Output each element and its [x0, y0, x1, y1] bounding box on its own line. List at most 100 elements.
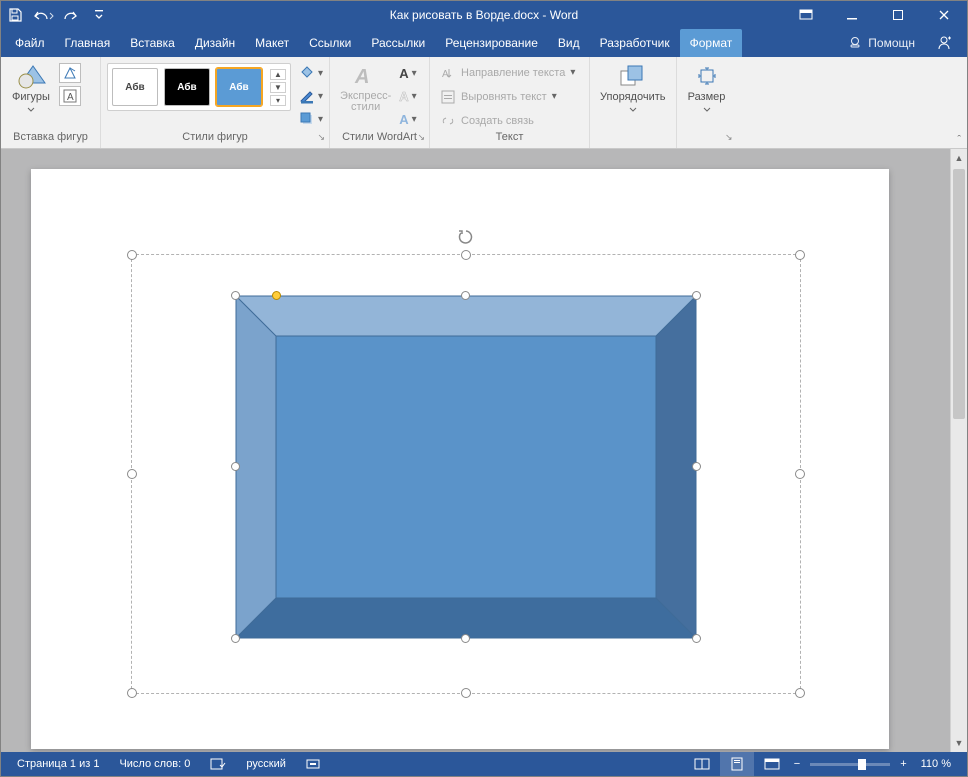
arrange-button[interactable]: Упорядочить	[596, 63, 669, 112]
group-label-wordart: Стили WordArt↘	[336, 131, 423, 148]
text-outline-button: A▾	[399, 86, 416, 106]
shape-style-gallery[interactable]: Абв Абв Абв ▲ ▼ ▾	[107, 63, 291, 111]
status-macros[interactable]	[296, 752, 330, 776]
status-bar: Страница 1 из 1 Число слов: 0 русский − …	[1, 752, 967, 776]
bevel-rectangle-shape[interactable]	[236, 296, 696, 638]
create-link-button: Создать связь	[440, 111, 575, 131]
save-button[interactable]	[1, 1, 29, 29]
text-effects-button: A▾	[399, 109, 416, 129]
dialog-launcher-icon[interactable]: ↘	[417, 132, 425, 143]
style-swatch-1[interactable]: Абв	[112, 68, 158, 106]
resize-handle-n[interactable]	[461, 250, 471, 260]
resize-handle-nw[interactable]	[127, 250, 137, 260]
gallery-more-button[interactable]: ▾	[270, 95, 286, 106]
ribbon-options-button[interactable]	[783, 1, 829, 29]
shape-effects-button[interactable]: ▾	[299, 109, 323, 129]
resize-handle-ne[interactable]	[795, 250, 805, 260]
style-swatch-2[interactable]: Абв	[164, 68, 210, 106]
tab-insert[interactable]: Вставка	[120, 29, 185, 57]
svg-text:A: A	[67, 92, 74, 103]
shapes-button[interactable]: Фигуры	[7, 63, 55, 112]
svg-text:A: A	[354, 66, 369, 87]
tab-references[interactable]: Ссылки	[299, 29, 361, 57]
tab-home[interactable]: Главная	[55, 29, 121, 57]
status-page[interactable]: Страница 1 из 1	[7, 752, 109, 776]
vertical-scrollbar[interactable]: ▲ ▼	[950, 149, 967, 752]
resize-handle-e[interactable]	[795, 469, 805, 479]
status-wordcount[interactable]: Число слов: 0	[109, 752, 200, 776]
shape-handle-n[interactable]	[461, 291, 470, 300]
maximize-button[interactable]	[875, 1, 921, 29]
tab-developer[interactable]: Разработчик	[590, 29, 680, 57]
tab-review[interactable]: Рецензирование	[435, 29, 548, 57]
close-button[interactable]	[921, 1, 967, 29]
zoom-slider[interactable]	[810, 763, 890, 766]
resize-handle-s[interactable]	[461, 688, 471, 698]
zoom-knob[interactable]	[858, 759, 866, 770]
draw-textbox-button[interactable]: A	[59, 86, 81, 106]
tab-design[interactable]: Дизайн	[185, 29, 245, 57]
group-label-insert-shapes: Вставка фигур	[7, 131, 94, 148]
zoom-in-button[interactable]: +	[896, 752, 910, 776]
minimize-button[interactable]	[829, 1, 875, 29]
shape-handle-se[interactable]	[692, 634, 701, 643]
resize-handle-w[interactable]	[127, 469, 137, 479]
document-scroll-area[interactable]	[1, 149, 950, 752]
shapes-label: Фигуры	[12, 91, 50, 103]
zoom-out-button[interactable]: −	[790, 752, 804, 776]
view-read-button[interactable]	[684, 752, 720, 776]
shape-handle-w[interactable]	[231, 462, 240, 471]
tab-layout[interactable]: Макет	[245, 29, 299, 57]
gallery-down-button[interactable]: ▼	[270, 82, 286, 93]
document-page[interactable]	[31, 169, 889, 749]
group-label-shape-styles: Стили фигур↘	[107, 131, 323, 148]
tell-me-label: Помощн	[868, 36, 915, 50]
shape-outline-button[interactable]: ▾	[299, 86, 323, 106]
collapse-ribbon-button[interactable]: ˆ	[957, 134, 961, 146]
svg-text:A: A	[442, 69, 449, 80]
wordart-label: Экспресс- стили	[340, 91, 391, 113]
redo-button[interactable]	[57, 1, 85, 29]
resize-handle-sw[interactable]	[127, 688, 137, 698]
scroll-up-button[interactable]: ▲	[951, 149, 967, 167]
text-direction-button: AНаправление текста ▾	[440, 63, 575, 83]
shape-fill-button[interactable]: ▾	[299, 63, 323, 83]
tab-format[interactable]: Формат	[680, 29, 743, 57]
undo-button[interactable]	[29, 1, 57, 29]
gallery-up-button[interactable]: ▲	[270, 69, 286, 80]
status-language[interactable]: русский	[236, 752, 295, 776]
shape-handle-s[interactable]	[461, 634, 470, 643]
style-swatch-3[interactable]: Абв	[216, 68, 262, 106]
dialog-launcher-icon[interactable]: ↘	[725, 132, 733, 143]
wordart-styles-button: A Экспресс- стили	[336, 63, 395, 113]
dialog-launcher-icon[interactable]: ↘	[317, 132, 325, 143]
share-button[interactable]	[925, 29, 963, 57]
shape-handle-e[interactable]	[692, 462, 701, 471]
scroll-thumb[interactable]	[953, 169, 965, 419]
adjustment-handle[interactable]	[272, 291, 281, 300]
size-label: Размер	[688, 91, 726, 103]
resize-handle-se[interactable]	[795, 688, 805, 698]
view-web-button[interactable]	[754, 752, 790, 776]
scroll-down-button[interactable]: ▼	[951, 734, 967, 752]
view-print-button[interactable]	[720, 752, 754, 776]
tab-file[interactable]: Файл	[5, 29, 55, 57]
edit-shape-button[interactable]	[59, 63, 81, 83]
shape-handle-ne[interactable]	[692, 291, 701, 300]
shape-handle-nw[interactable]	[231, 291, 240, 300]
zoom-level[interactable]: 110 %	[911, 752, 961, 776]
tab-mailings[interactable]: Рассылки	[361, 29, 435, 57]
qat-customize-button[interactable]	[85, 1, 113, 29]
text-fill-button: A▾	[399, 63, 416, 83]
size-button[interactable]: Размер	[683, 63, 731, 112]
ribbon: Фигуры A Вставка фигур Абв Абв Абв ▲	[1, 57, 967, 149]
tell-me-box[interactable]: Помощн	[838, 29, 925, 57]
scroll-track[interactable]	[951, 167, 967, 734]
align-text-button: Выровнять текст ▾	[440, 87, 575, 107]
title-bar: Как рисовать в Ворде.docx - Word	[1, 1, 967, 29]
ribbon-tabstrip: Файл Главная Вставка Дизайн Макет Ссылки…	[1, 29, 967, 57]
tab-view[interactable]: Вид	[548, 29, 590, 57]
shape-handle-sw[interactable]	[231, 634, 240, 643]
status-spellcheck[interactable]	[200, 752, 236, 776]
rotate-handle[interactable]	[457, 228, 475, 246]
